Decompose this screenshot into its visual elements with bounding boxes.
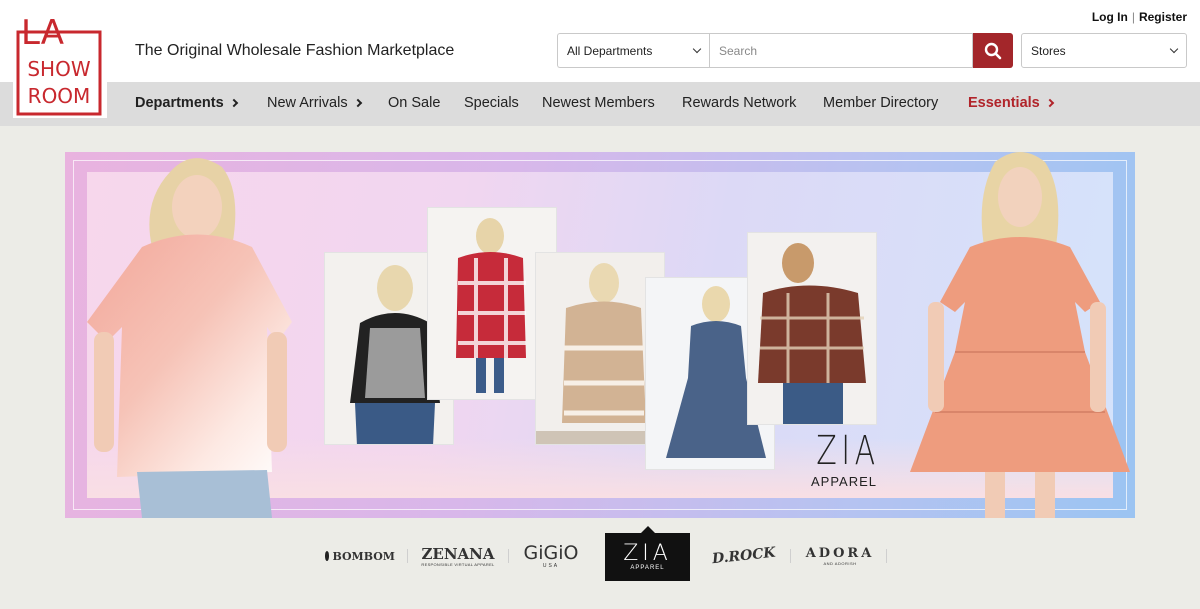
nav-essentials[interactable]: Essentials bbox=[968, 95, 1054, 111]
model-peach-dress-image bbox=[910, 152, 1130, 518]
login-link[interactable]: Log In bbox=[1092, 10, 1128, 24]
zia-banner-subtitle: APPAREL bbox=[810, 474, 877, 489]
hero-banner[interactable]: ZIA APPAREL bbox=[65, 152, 1135, 518]
brand-zenana[interactable]: ZENANA RESPONSIBLE VIRTUAL APPAREL bbox=[418, 542, 498, 570]
account-separator: | bbox=[1131, 10, 1135, 24]
department-select[interactable]: All Departments bbox=[557, 33, 709, 68]
brand-divider bbox=[886, 549, 887, 563]
brand-bombom[interactable]: BOMBOM bbox=[325, 542, 395, 570]
search-button[interactable] bbox=[973, 33, 1013, 68]
logo-show-text: SHOW bbox=[27, 57, 90, 81]
nav-newest-members[interactable]: Newest Members bbox=[542, 95, 655, 111]
brand-zia-active[interactable]: ZIA APPAREL bbox=[605, 526, 690, 581]
brand-drock[interactable]: D.ROCK bbox=[710, 542, 778, 570]
site-tagline: The Original Wholesale Fashion Marketpla… bbox=[135, 42, 455, 59]
brand-gigio[interactable]: GiGiO USA bbox=[516, 542, 586, 570]
nav-rewards-network-label: Rewards Network bbox=[682, 95, 797, 111]
zia-banner-wordmark: ZIA bbox=[816, 428, 880, 474]
nav-departments-label: Departments bbox=[135, 95, 224, 111]
brand-drock-label: D.ROCK bbox=[711, 544, 777, 568]
brand-zenana-sub: RESPONSIBLE VIRTUAL APPAREL bbox=[421, 561, 495, 567]
brand-zia-label: ZIA bbox=[623, 541, 672, 566]
nav-on-sale-label: On Sale bbox=[388, 95, 441, 111]
register-link[interactable]: Register bbox=[1139, 10, 1187, 24]
stores-select-value: Stores bbox=[1031, 43, 1066, 58]
nav-new-arrivals[interactable]: New Arrivals bbox=[267, 95, 362, 111]
brand-adora-label: ADORA bbox=[805, 545, 875, 561]
model-tie-dye-top-image bbox=[87, 158, 292, 518]
nav-specials-label: Specials bbox=[464, 95, 519, 111]
logo-room-text: ROOM bbox=[28, 84, 91, 108]
nav-on-sale[interactable]: On Sale bbox=[388, 95, 440, 111]
la-showroom-logo[interactable]: LA SHOW ROOM bbox=[13, 8, 107, 118]
bombom-mark-icon bbox=[325, 551, 330, 561]
nav-member-directory[interactable]: Member Directory bbox=[823, 95, 938, 111]
chevron-right-icon bbox=[229, 98, 238, 108]
brand-zenana-label: ZENANA bbox=[421, 544, 495, 563]
nav-new-arrivals-label: New Arrivals bbox=[267, 95, 348, 111]
chevron-right-icon bbox=[353, 98, 362, 108]
brand-carousel: BOMBOM ZENANA RESPONSIBLE VIRTUAL APPARE… bbox=[310, 526, 890, 582]
nav-essentials-label: Essentials bbox=[968, 95, 1040, 111]
site-header: LA SHOW ROOM The Original Wholesale Fash… bbox=[0, 0, 1200, 118]
chevron-down-icon bbox=[1169, 44, 1179, 53]
brand-zia-sub: APPAREL bbox=[630, 565, 665, 571]
nav-rewards-network[interactable]: Rewards Network bbox=[682, 95, 796, 111]
search-icon bbox=[984, 42, 1002, 59]
department-select-value: All Departments bbox=[567, 43, 653, 58]
stores-select[interactable]: Stores bbox=[1021, 33, 1187, 68]
brand-adora-sub: AND ADORISH bbox=[823, 560, 857, 566]
brand-bombom-label: BOMBOM bbox=[332, 549, 395, 563]
brand-divider bbox=[790, 549, 791, 563]
brand-adora[interactable]: ADORA AND ADORISH bbox=[800, 542, 880, 570]
brown-plaid-shirt-image bbox=[748, 233, 876, 424]
main-nav: Departments New Arrivals On Sale Special… bbox=[0, 82, 1200, 126]
nav-newest-members-label: Newest Members bbox=[542, 95, 655, 111]
chevron-right-icon bbox=[1045, 98, 1054, 108]
account-links: Log In | Register bbox=[1092, 10, 1187, 24]
brand-gigio-label: GiGiO bbox=[523, 542, 579, 564]
nav-member-directory-label: Member Directory bbox=[823, 95, 939, 111]
chevron-down-icon bbox=[692, 44, 702, 53]
search-input[interactable] bbox=[709, 33, 973, 68]
brand-divider bbox=[407, 549, 408, 563]
brand-divider bbox=[508, 549, 509, 563]
zia-apparel-banner-logo: ZIA APPAREL bbox=[807, 429, 881, 489]
nav-specials[interactable]: Specials bbox=[464, 95, 519, 111]
logo-la-text: LA bbox=[21, 13, 64, 53]
brand-gigio-sub: USA bbox=[542, 563, 560, 569]
product-photo-brown-plaid-shirt[interactable] bbox=[747, 232, 877, 425]
nav-departments[interactable]: Departments bbox=[135, 95, 238, 111]
